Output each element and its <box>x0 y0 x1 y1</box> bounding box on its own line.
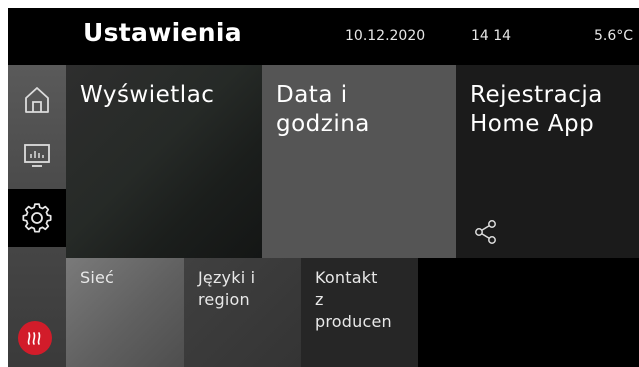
home-icon <box>25 87 49 113</box>
tile-network[interactable]: Sieć <box>66 258 184 367</box>
tile-date-time-label: Data i godzina <box>276 82 370 137</box>
time-display: 14 14 <box>471 28 512 44</box>
gear-icon <box>22 203 52 233</box>
tile-home-app-registration[interactable]: Rejestracja Home App <box>456 65 639 258</box>
page-title: Ustawienia <box>83 18 242 47</box>
brand-logo-icon <box>27 332 41 345</box>
display-chart-icon <box>24 144 50 167</box>
tile-registration-label: Rejestracja Home App <box>470 82 603 137</box>
settings-screen: Ustawienia 10.12.2020 14 14 5.6°C Wyświe… <box>8 8 639 367</box>
tile-contact-manufacturer[interactable]: Kontakt z producen <box>301 258 418 367</box>
tile-languages-label: Języki i region <box>198 268 256 309</box>
tile-display-label: Wyświetlac <box>80 82 215 108</box>
tile-date-time[interactable]: Data i godzina <box>262 65 456 258</box>
tile-languages-region[interactable]: Języki i region <box>184 258 301 367</box>
tile-contact-label: Kontakt z producen <box>315 268 392 331</box>
empty-tile-area <box>418 258 639 367</box>
tile-network-label: Sieć <box>80 268 115 287</box>
header-bar: Ustawienia 10.12.2020 14 14 5.6°C <box>8 8 639 65</box>
brand-logo-button[interactable] <box>18 321 52 355</box>
temperature-display: 5.6°C <box>594 28 634 44</box>
sidebar <box>8 65 66 367</box>
sidebar-item-home[interactable] <box>8 71 66 129</box>
tile-display[interactable]: Wyświetlac <box>66 65 262 258</box>
sidebar-item-settings[interactable] <box>8 189 66 247</box>
date-display: 10.12.2020 <box>345 28 426 44</box>
share-icon <box>475 220 496 244</box>
sidebar-item-display[interactable] <box>8 127 66 185</box>
